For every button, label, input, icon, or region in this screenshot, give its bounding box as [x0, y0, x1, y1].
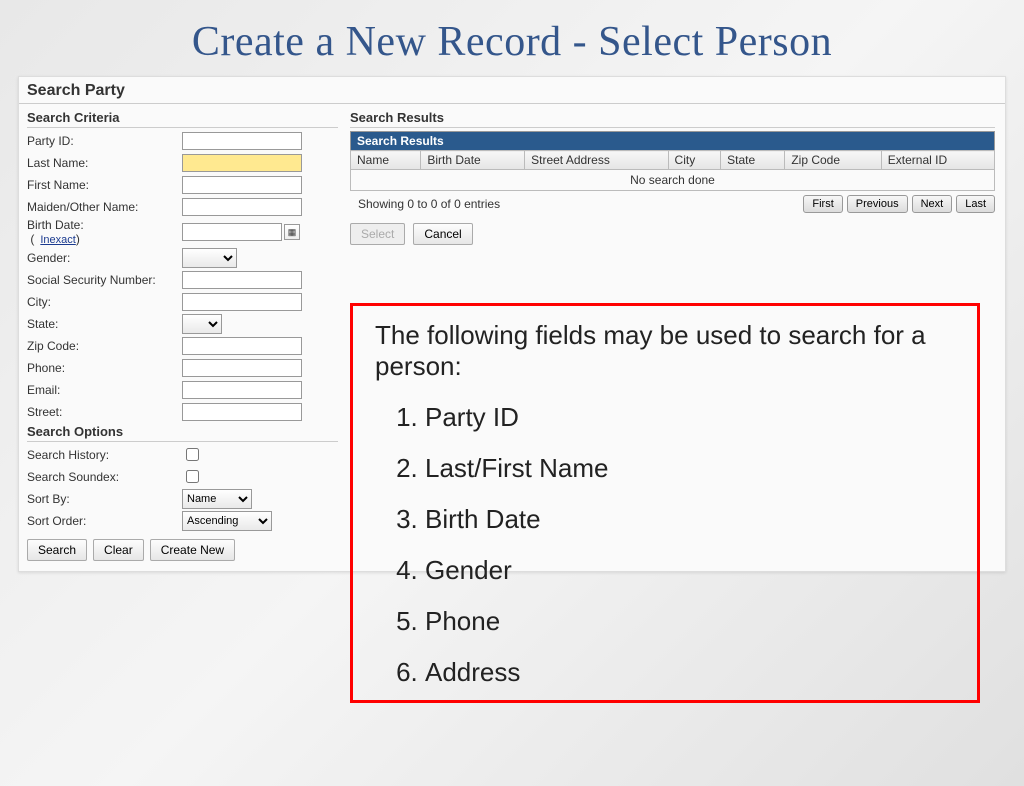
label-birth-date: Birth Date: (Inexact) — [27, 218, 182, 246]
label-city: City: — [27, 295, 182, 309]
col-state[interactable]: State — [721, 151, 785, 170]
options-header: Search Options — [27, 424, 338, 442]
soundex-checkbox[interactable] — [186, 470, 199, 483]
no-results-row: No search done — [351, 170, 995, 191]
pager-prev[interactable]: Previous — [847, 195, 908, 213]
calendar-icon[interactable]: ▦ — [284, 224, 300, 240]
callout-item: Last/First Name — [425, 453, 955, 484]
callout-item: Birth Date — [425, 504, 955, 535]
search-criteria-column: Search Criteria Party ID: Last Name: Fir… — [19, 104, 344, 571]
label-zip: Zip Code: — [27, 339, 182, 353]
zip-input[interactable] — [182, 337, 302, 355]
create-new-button[interactable]: Create New — [150, 539, 235, 561]
label-party-id: Party ID: — [27, 134, 182, 148]
phone-input[interactable] — [182, 359, 302, 377]
callout-item: Address — [425, 657, 955, 688]
col-name[interactable]: Name — [351, 151, 421, 170]
col-ext[interactable]: External ID — [881, 151, 994, 170]
state-select[interactable] — [182, 314, 222, 334]
col-birth[interactable]: Birth Date — [421, 151, 525, 170]
pager-last[interactable]: Last — [956, 195, 995, 213]
gender-select[interactable] — [182, 248, 237, 268]
col-zip[interactable]: Zip Code — [785, 151, 881, 170]
ssn-input[interactable] — [182, 271, 302, 289]
cancel-button[interactable]: Cancel — [413, 223, 472, 245]
label-phone: Phone: — [27, 361, 182, 375]
label-soundex: Search Soundex: — [27, 470, 182, 484]
col-street[interactable]: Street Address — [525, 151, 668, 170]
maiden-input[interactable] — [182, 198, 302, 216]
instruction-callout: The following fields may be used to sear… — [350, 303, 980, 703]
label-gender: Gender: — [27, 251, 182, 265]
label-history: Search History: — [27, 448, 182, 462]
label-maiden: Maiden/Other Name: — [27, 200, 182, 214]
street-input[interactable] — [182, 403, 302, 421]
callout-list: Party ID Last/First Name Birth Date Gend… — [425, 402, 955, 688]
email-input[interactable] — [182, 381, 302, 399]
col-city[interactable]: City — [668, 151, 721, 170]
city-input[interactable] — [182, 293, 302, 311]
label-sort-by: Sort By: — [27, 492, 182, 506]
panel-title: Search Party — [19, 77, 1005, 104]
results-table: Search Results Name Birth Date Street Ad… — [350, 131, 995, 191]
callout-item: Party ID — [425, 402, 955, 433]
label-state: State: — [27, 317, 182, 331]
label-ssn: Social Security Number: — [27, 273, 182, 287]
callout-item: Phone — [425, 606, 955, 637]
clear-button[interactable]: Clear — [93, 539, 144, 561]
callout-intro: The following fields may be used to sear… — [375, 320, 955, 382]
slide-title: Create a New Record - Select Person — [0, 18, 1024, 66]
last-name-input[interactable] — [182, 154, 302, 172]
callout-item: Gender — [425, 555, 955, 586]
results-header: Search Results — [350, 110, 995, 128]
select-button[interactable]: Select — [350, 223, 405, 245]
label-street: Street: — [27, 405, 182, 419]
results-caption: Search Results — [351, 132, 995, 151]
inexact-link[interactable]: Inexact — [40, 234, 75, 246]
sort-by-select[interactable]: Name — [182, 489, 252, 509]
criteria-header: Search Criteria — [27, 110, 338, 128]
label-email: Email: — [27, 383, 182, 397]
history-checkbox[interactable] — [186, 448, 199, 461]
party-id-input[interactable] — [182, 132, 302, 150]
search-button[interactable]: Search — [27, 539, 87, 561]
birth-date-input[interactable] — [182, 223, 282, 241]
first-name-input[interactable] — [182, 176, 302, 194]
showing-text: Showing 0 to 0 of 0 entries — [350, 197, 500, 211]
label-first-name: First Name: — [27, 178, 182, 192]
pager-next[interactable]: Next — [912, 195, 953, 213]
sort-order-select[interactable]: Ascending — [182, 511, 272, 531]
pager-first[interactable]: First — [803, 195, 842, 213]
label-sort-order: Sort Order: — [27, 514, 182, 528]
label-last-name: Last Name: — [27, 156, 182, 170]
